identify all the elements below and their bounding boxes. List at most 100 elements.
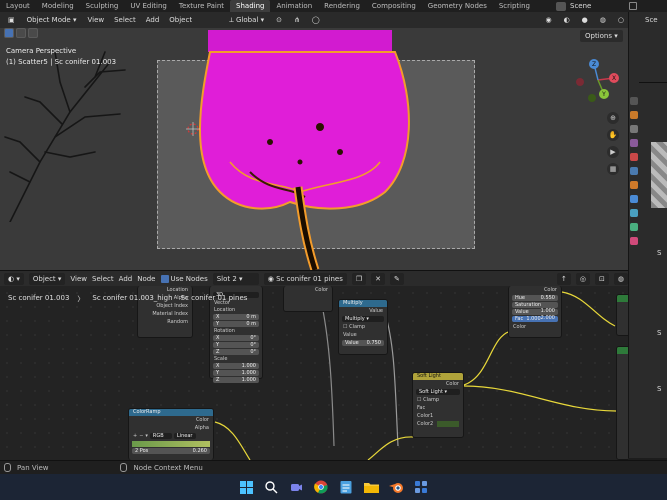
snapping-icon[interactable]: ◎ <box>575 272 591 285</box>
material-copy-icon[interactable]: ❐ <box>351 272 367 285</box>
saturation-field[interactable]: Saturation 1.000 <box>512 302 558 314</box>
tab-compositing[interactable]: Compositing <box>366 0 422 12</box>
parent-node-tree-icon[interactable]: ↑ <box>557 272 571 285</box>
blender-icon[interactable] <box>388 479 404 495</box>
hue-field[interactable]: Hue 0.550 <box>512 295 558 301</box>
material-unlink-icon[interactable]: ✕ <box>371 272 386 285</box>
pan-hand-icon[interactable]: ✋ <box>607 129 619 141</box>
notepad-icon[interactable] <box>338 479 354 495</box>
world-tab-icon[interactable] <box>630 167 638 175</box>
chrome-icon[interactable] <box>313 479 329 495</box>
tab-texture-paint[interactable]: Texture Paint <box>173 0 230 12</box>
breadcrumb-object[interactable]: Sc conifer 01.003 <box>8 294 69 304</box>
zoom-icon[interactable]: ⊕ <box>607 112 619 124</box>
render-tab-icon[interactable] <box>630 111 638 119</box>
snap-icon[interactable]: ⋔ <box>289 14 304 26</box>
mode-dropdown[interactable]: Object Mode ▾ <box>22 14 81 26</box>
visibility-icon[interactable]: ◉ <box>541 14 556 26</box>
proportional-edit-icon[interactable]: ◯ <box>307 14 324 26</box>
tab-shading[interactable]: Shading <box>230 0 271 12</box>
blend-mode-dropdown[interactable]: Soft Light ▾ <box>416 389 460 395</box>
node-menu-add[interactable]: Add <box>119 275 133 283</box>
app-grid-icon[interactable] <box>413 479 429 495</box>
material-selector[interactable]: ◉ Sc conifer 01 pines <box>263 272 347 285</box>
file-explorer-icon[interactable] <box>363 479 379 495</box>
tab-geometry-nodes[interactable]: Geometry Nodes <box>422 0 493 12</box>
search-icon[interactable] <box>263 479 279 495</box>
camera-view-icon[interactable]: ▶ <box>607 146 619 158</box>
color-ramp-node[interactable]: ColorRamp Color Alpha + − ▾ RGB Linear 2… <box>128 408 214 460</box>
tab-sculpting[interactable]: Sculpting <box>80 0 125 12</box>
hue-saturation-node[interactable]: Color Hue 0.550 Saturation 1.000 Value 2.00… <box>508 286 562 338</box>
snap-target-icon[interactable]: ⊡ <box>595 272 609 285</box>
modifier-tab-icon[interactable] <box>630 195 638 203</box>
tab-rendering[interactable]: Rendering <box>318 0 366 12</box>
editor-type-button[interactable]: ▣ <box>4 14 19 26</box>
menu-view[interactable]: View <box>84 16 107 24</box>
interpolation-dropdown[interactable]: Linear <box>173 433 196 439</box>
node-menu-node[interactable]: Node <box>137 275 155 283</box>
tab-uv-editing[interactable]: UV Editing <box>124 0 173 12</box>
breadcrumb-mesh[interactable]: Sc conifer 01.003_high <box>92 294 172 304</box>
node-editor-type-button[interactable]: ◐ ▾ <box>4 272 24 285</box>
menu-add[interactable]: Add <box>143 16 163 24</box>
clamp-checkbox[interactable]: ☐ Clamp <box>413 396 463 404</box>
clamp-checkbox[interactable]: ☐ Clamp <box>339 323 387 331</box>
rotation-z-field[interactable]: Z 0° <box>213 349 259 355</box>
menu-object[interactable]: Object <box>166 16 195 24</box>
shading-solid-icon[interactable]: ● <box>577 14 592 26</box>
menu-select[interactable]: Select <box>111 16 139 24</box>
ramp-menu-icon[interactable]: ▾ <box>145 432 148 440</box>
shading-material-icon[interactable]: ◍ <box>595 14 610 26</box>
offscreen-node-bottom[interactable] <box>616 346 628 460</box>
breadcrumb-material[interactable]: Sc conifer 01 pines <box>181 294 248 304</box>
stop-position-field[interactable]: 2 Pos 0.260 <box>132 448 210 454</box>
node-menu-view[interactable]: View <box>70 275 87 283</box>
particles-tab-icon[interactable] <box>630 209 638 217</box>
overlay-icon[interactable]: ◐ <box>559 14 574 26</box>
navigation-gizmo[interactable]: X Y Z <box>570 52 626 108</box>
tab-scripting[interactable]: Scripting <box>493 0 536 12</box>
3d-viewport[interactable]: ▣ Object Mode ▾ View Select Add Object ⟂… <box>0 12 628 270</box>
color-ramp-gradient[interactable] <box>132 441 210 447</box>
material-tab-icon[interactable] <box>630 237 638 245</box>
object-tab-icon[interactable] <box>630 181 638 189</box>
options-dropdown[interactable]: Options ▾ <box>580 30 623 42</box>
transform-orientation-dropdown[interactable]: ⟂ Global ▾ <box>225 14 269 26</box>
select-tool-icon[interactable] <box>4 28 14 38</box>
grid-toggle-icon[interactable]: ▦ <box>607 163 619 175</box>
add-stop-icon[interactable]: + <box>133 432 137 440</box>
tab-modeling[interactable]: Modeling <box>36 0 80 12</box>
scene-tab-icon[interactable] <box>630 153 638 161</box>
color2-swatch[interactable] <box>437 421 459 427</box>
location-x-field[interactable]: X 0 m <box>213 314 259 320</box>
pin-icon[interactable]: ✎ <box>390 272 404 285</box>
remove-stop-icon[interactable]: − <box>139 432 143 440</box>
window-maximize-icon[interactable] <box>629 2 638 10</box>
location-y-field[interactable]: Y 0 m <box>213 321 259 327</box>
rotation-x-field[interactable]: X 0° <box>213 335 259 341</box>
node-editor-canvas[interactable]: Sc conifer 01.003 〉 Sc conifer 01.003_hi… <box>0 286 628 460</box>
scene-selector[interactable]: Scene <box>556 0 638 12</box>
overlays-icon[interactable]: ◍ <box>613 272 628 285</box>
shading-rendered-icon[interactable]: ○ <box>613 14 628 26</box>
select-extend-icon[interactable] <box>28 28 38 38</box>
shader-type-dropdown[interactable]: Object ▾ <box>28 272 66 285</box>
video-chat-icon[interactable] <box>288 479 304 495</box>
soft-light-mix-node[interactable]: Soft Light Color Soft Light ▾ ☐ Clamp Fa… <box>412 372 464 438</box>
3d-cursor[interactable] <box>186 122 200 136</box>
physics-tab-icon[interactable] <box>630 223 638 231</box>
tab-animation[interactable]: Animation <box>270 0 318 12</box>
rotation-y-field[interactable]: Y 0° <box>213 342 259 348</box>
tab-layout[interactable]: Layout <box>0 0 36 12</box>
value-field[interactable]: Value 0.750 <box>342 340 384 346</box>
pivot-icon[interactable]: ⊙ <box>272 14 286 26</box>
scale-x-field[interactable]: X 1.000 <box>213 363 259 369</box>
slot-dropdown[interactable]: Slot 2 ▾ <box>212 272 259 285</box>
tool-tab-icon[interactable] <box>630 97 638 105</box>
use-nodes-checkbox[interactable]: Use Nodes <box>160 274 208 283</box>
windows-start-icon[interactable] <box>238 479 254 495</box>
output-tab-icon[interactable] <box>630 125 638 133</box>
multiply-node[interactable]: Multiply Value Multiply ▾ ☐ Clamp Value … <box>338 299 388 355</box>
offscreen-node-top[interactable] <box>616 294 628 336</box>
